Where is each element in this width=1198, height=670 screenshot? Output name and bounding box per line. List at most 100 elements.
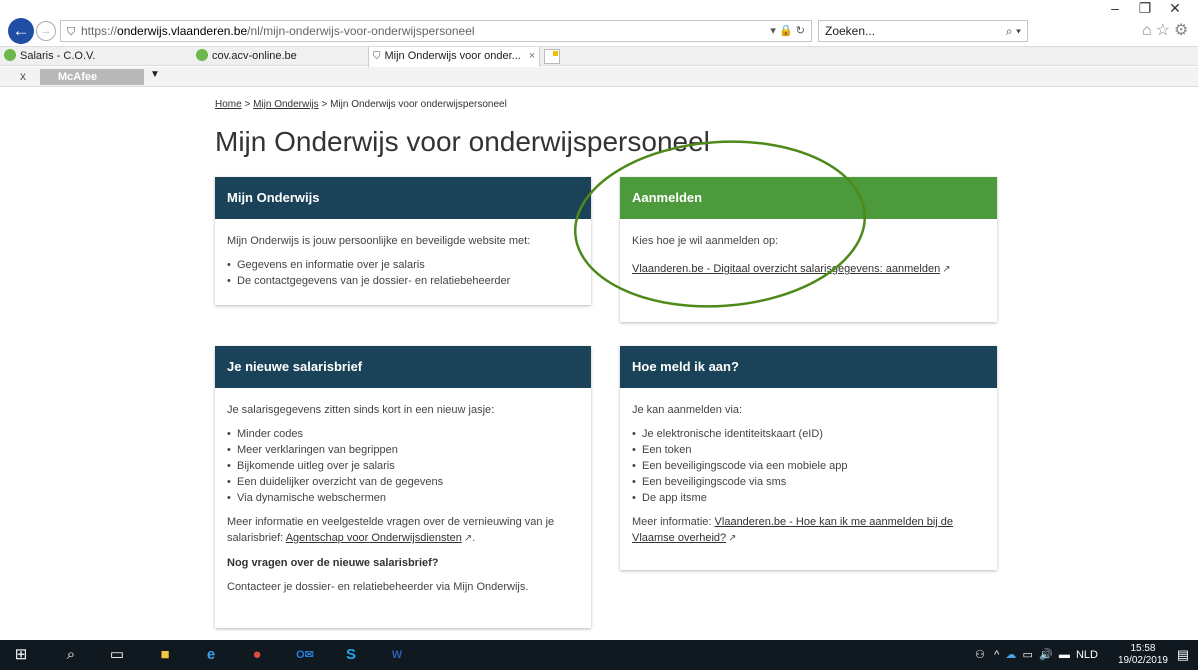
list-item: Een duidelijker overzicht van de gegeven… [227,474,579,490]
list-item: Een token [632,442,985,458]
card-body: Kies hoe je wil aanmelden op: Vlaanderen… [620,219,997,296]
external-link-icon: ↗ [942,264,951,275]
url-protocol: https:// [81,24,118,38]
word-icon[interactable]: W [382,640,412,670]
tab-close-icon[interactable]: × [529,50,535,62]
card-header: Aanmelden [620,177,997,219]
card-body: Je kan aanmelden via: Je elektronische i… [620,388,997,565]
card-header: Hoe meld ik aan? [620,346,997,388]
url-host: onderwijs.vlaanderen.be [117,24,248,38]
search-input[interactable]: Zoeken... ⌕ ▾ [818,20,1028,42]
aanmelden-link[interactable]: Vlaanderen.be - Digitaal overzicht salar… [632,263,940,275]
mcafee-dropdown-icon[interactable]: ▼ [150,69,160,80]
list-item: Een beveiligingscode via sms [632,474,985,490]
question-text: Nog vragen over de nieuwe salarisbrief? [227,557,439,569]
search-placeholder: Zoeken... [825,24,876,38]
external-link-icon: ↗ [463,533,473,544]
restore-icon[interactable]: ❐ [1130,0,1160,17]
card-header: Mijn Onderwijs [215,177,591,219]
search-icon[interactable]: ⌕ ▾ [1006,21,1021,41]
chrome-icon[interactable]: ● [242,640,272,670]
new-tab-button[interactable] [544,49,560,64]
home-icon[interactable]: ⌂ [1142,22,1156,39]
tab-cov-acv[interactable]: cov.acv-online.be [192,47,368,66]
more-info-paragraph: Meer informatie: Vlaanderen.be - Hoe kan… [632,514,985,547]
card-intro: Je kan aanmelden via: [632,404,743,416]
back-arrow-icon[interactable]: ← [8,18,34,44]
outlook-icon[interactable]: O✉ [290,640,320,670]
skype-icon[interactable]: S [336,640,366,670]
people-icon[interactable]: ⚇ [975,649,985,661]
address-bar[interactable]: ⛉ https://onderwijs.vlaanderen.be/nl/mijn… [60,20,812,42]
card-salarisbrief: Je nieuwe salarisbrief Je salarisgegeven… [215,346,591,628]
agentschap-link[interactable]: Agentschap voor Onderwijsdiensten [286,532,462,544]
dropdown-icon[interactable]: ▾ [770,25,776,37]
list-item: Bijkomende uitleg over je salaris [227,458,579,474]
lock-icon[interactable]: 🔒 [779,25,793,37]
minimize-icon[interactable]: – [1100,0,1130,16]
more-info-text: Meer informatie: [632,516,712,528]
network-icon[interactable]: ▭ [1023,649,1033,661]
card-list: Minder codes Meer verklaringen van begri… [227,426,579,506]
tab-label: cov.acv-online.be [212,50,297,62]
list-item: Gegevens en informatie over je salaris [227,257,579,273]
system-tray: ⚇ ^ ☁ ▭ 🔊 ▬ NLD [975,640,1098,670]
notification-center-icon[interactable]: ▤ [1172,640,1194,670]
card-intro: Je salarisgegevens zitten sinds kort in … [227,404,495,416]
forward-arrow-icon[interactable]: → [36,21,56,41]
external-link-icon: ↗ [728,533,737,544]
tab-salaris[interactable]: Salaris - C.O.V. [0,47,190,66]
more-info-paragraph: Meer informatie en veelgestelde vragen o… [227,514,579,547]
browser-chrome: – ❐ ✕ ← → ⛉ https://onderwijs.vlaanderen.be… [0,0,1198,90]
address-controls: ▾ 🔒 ↻ [770,21,805,41]
windows-start-icon[interactable]: ⊞ [6,640,36,670]
card-intro: Mijn Onderwijs is jouw persoonlijke en b… [227,235,531,247]
clock-time: 15:58 [1130,643,1156,654]
input-language[interactable]: NLD [1076,649,1098,661]
card-hoe-meld-ik-aan: Hoe meld ik aan? Je kan aanmelden via: J… [620,346,997,570]
card-header: Je nieuwe salarisbrief [215,346,591,388]
card-mijn-onderwijs: Mijn Onderwijs Mijn Onderwijs is jouw pe… [215,177,591,305]
card-intro: Kies hoe je wil aanmelden op: [632,235,779,247]
cortana-search-icon[interactable]: ⌕ [56,640,86,670]
close-window-icon[interactable]: ✕ [1160,0,1190,17]
task-view-icon[interactable]: ▭ [102,640,132,670]
list-item: Via dynamische webschermen [227,490,579,506]
breadcrumb: Home > Mijn Onderwijs > Mijn Onderwijs v… [215,99,507,110]
question-heading: Nog vragen over de nieuwe salarisbrief? [227,555,579,571]
breadcrumb-home-link[interactable]: Home [215,99,242,110]
card-body: Mijn Onderwijs is jouw persoonlijke en b… [215,219,591,307]
volume-icon[interactable]: 🔊 [1039,649,1053,661]
clock-date: 19/02/2019 [1117,655,1168,666]
onedrive-icon[interactable]: ☁ [1005,649,1016,661]
tab-label: Salaris - C.O.V. [20,50,96,62]
battery-icon[interactable]: ▬ [1059,649,1070,661]
edge-icon[interactable]: e [196,640,226,670]
sentence-end: . [472,532,476,544]
gear-icon[interactable]: ⚙ [1174,22,1192,39]
list-item: De app itsme [632,490,985,506]
tray-expand-icon[interactable]: ^ [994,649,999,661]
mcafee-button[interactable]: McAfee [40,69,144,85]
tab-favicon-icon [196,49,208,61]
clock[interactable]: 15:58 19/02/2019 [1118,643,1168,667]
tab-label: Mijn Onderwijs voor onder... [384,50,521,62]
site-icon: ⛉ [373,51,381,62]
card-link-line: Vlaanderen.be - Digitaal overzicht salar… [632,261,985,278]
refresh-icon[interactable]: ↻ [796,25,805,37]
breadcrumb-mijn-onderwijs-link[interactable]: Mijn Onderwijs [253,99,319,110]
breadcrumb-current: Mijn Onderwijs voor onderwijspersoneel [330,99,507,110]
card-body: Je salarisgegevens zitten sinds kort in … [215,388,591,613]
file-explorer-icon[interactable]: ■ [150,640,180,670]
star-icon[interactable]: ☆ [1156,22,1174,39]
contact-text: Contacteer je dossier- en relatiebeheerd… [227,581,529,593]
toolbar-close-icon[interactable]: x [20,69,26,83]
page-title: Mijn Onderwijs voor onderwijspersoneel [215,126,710,157]
browser-toolbar-icons: ⌂☆⚙ [1142,20,1192,40]
tab-mijn-onderwijs[interactable]: ⛉ Mijn Onderwijs voor onder... × [368,47,540,67]
tab-favicon-icon [4,49,16,61]
site-icon: ⛉ [67,26,76,38]
card-list: Gegevens en informatie over je salaris D… [227,257,579,289]
list-item: Minder codes [227,426,579,442]
list-item: Een beveiligingscode via een mobiele app [632,458,985,474]
